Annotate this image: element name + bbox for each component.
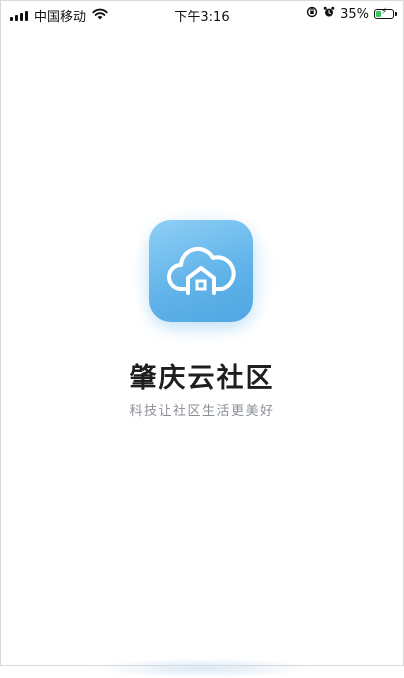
battery-percent: 35% [340,6,369,22]
status-bar-right: 35% ⚡ [306,6,397,22]
cloud-house-icon [167,247,236,295]
app-title: 肇庆云社区 [129,363,275,394]
app-slogan: 科技让社区生活更美好 [129,404,275,419]
battery-icon: ⚡ [374,7,397,19]
alarm-icon [323,6,335,22]
bottom-decoration [90,658,314,678]
orientation-lock-icon [306,6,318,22]
charging-bolt-icon: ⚡ [380,7,388,17]
status-bar: 中国移动 下午3:16 35% ⚡ [0,0,404,30]
app-logo [149,220,253,322]
